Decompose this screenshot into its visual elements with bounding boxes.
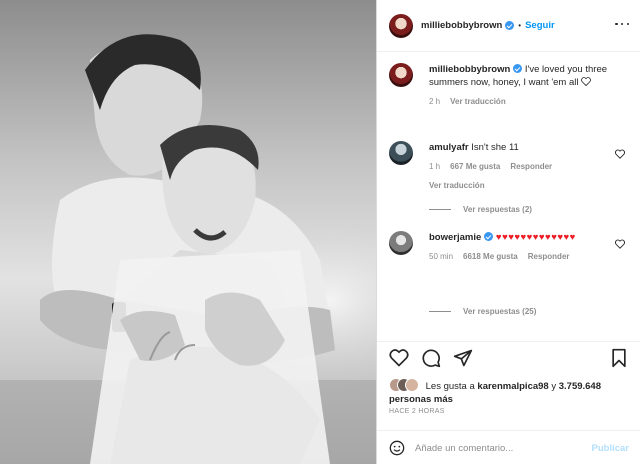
- post-author-username[interactable]: milliebobbybrown: [421, 20, 502, 31]
- heart-emoji-icon: [581, 77, 592, 87]
- post-caption: milliebobbybrown I've loved you three su…: [389, 63, 625, 133]
- avatar[interactable]: [389, 63, 413, 87]
- save-icon[interactable]: [609, 348, 629, 368]
- reply-button[interactable]: Responder: [528, 250, 570, 263]
- share-icon[interactable]: [453, 348, 473, 368]
- verified-badge-icon: [513, 64, 523, 73]
- likes-prefix: Les gusta a: [425, 381, 475, 392]
- translate-link[interactable]: Ver traducción: [429, 179, 609, 192]
- comment-composer: Publicar: [377, 430, 640, 464]
- separator-dot: •: [518, 21, 522, 30]
- translate-link[interactable]: Ver traducción: [450, 95, 506, 108]
- reply-button[interactable]: Responder: [510, 160, 552, 173]
- liker-avatars: [389, 378, 419, 392]
- avatar[interactable]: [389, 141, 413, 165]
- post-sidebar: milliebobbybrown • Seguir milliebobbybro…: [376, 0, 640, 464]
- avatar[interactable]: [389, 13, 413, 38]
- comment-item: bowerjamie ♥♥♥♥♥♥♥♥♥♥♥♥♥ 50 min 6618 Me …: [389, 231, 625, 341]
- post-header: milliebobbybrown • Seguir: [377, 0, 640, 52]
- likes-middle: y: [551, 381, 557, 392]
- comment-hearts: ♥♥♥♥♥♥♥♥♥♥♥♥♥: [495, 232, 576, 243]
- publish-button[interactable]: Publicar: [592, 443, 630, 454]
- heart-icon[interactable]: [615, 239, 625, 249]
- verified-badge-icon: [484, 232, 494, 241]
- view-replies-link[interactable]: Ver respuestas (2): [429, 205, 532, 214]
- comment-input[interactable]: [415, 442, 592, 454]
- comment-age: 1 h: [429, 162, 441, 171]
- comment-username[interactable]: bowerjamie: [429, 232, 481, 243]
- couple-photo-illustration: [0, 0, 376, 464]
- post-timestamp: HACE 2 HORAS: [389, 408, 445, 415]
- caption-username[interactable]: milliebobbybrown: [429, 64, 510, 75]
- emoji-icon[interactable]: [389, 440, 405, 456]
- comment-icon[interactable]: [421, 348, 441, 368]
- action-bar: [389, 346, 629, 368]
- liker-username[interactable]: karenmalpica98: [477, 381, 548, 392]
- heart-icon[interactable]: [389, 348, 409, 368]
- comment-username[interactable]: amulyafr: [429, 142, 469, 153]
- comment-item: amulyafr Isn't she 11 1 h 667 Me gusta R…: [389, 141, 625, 241]
- comments-list[interactable]: milliebobbybrown I've loved you three su…: [377, 53, 640, 341]
- heart-icon[interactable]: [615, 149, 625, 159]
- post-photo[interactable]: [0, 0, 376, 464]
- verified-badge-icon: [505, 21, 515, 30]
- caption-age: 2 h: [429, 97, 441, 106]
- likes-summary: Les gusta a karenmalpica98 y 3.759.648 p…: [389, 378, 629, 406]
- comment-likes[interactable]: 667 Me gusta: [450, 160, 500, 173]
- more-options-icon[interactable]: [615, 19, 629, 29]
- comment-text: Isn't she 11: [471, 142, 519, 153]
- comment-likes[interactable]: 6618 Me gusta: [463, 250, 518, 263]
- follow-button[interactable]: Seguir: [525, 20, 555, 31]
- comment-age: 50 min: [429, 252, 454, 261]
- view-replies-link[interactable]: Ver respuestas (25): [429, 307, 536, 316]
- avatar[interactable]: [389, 231, 413, 255]
- post-actions: Les gusta a karenmalpica98 y 3.759.648 p…: [377, 341, 640, 464]
